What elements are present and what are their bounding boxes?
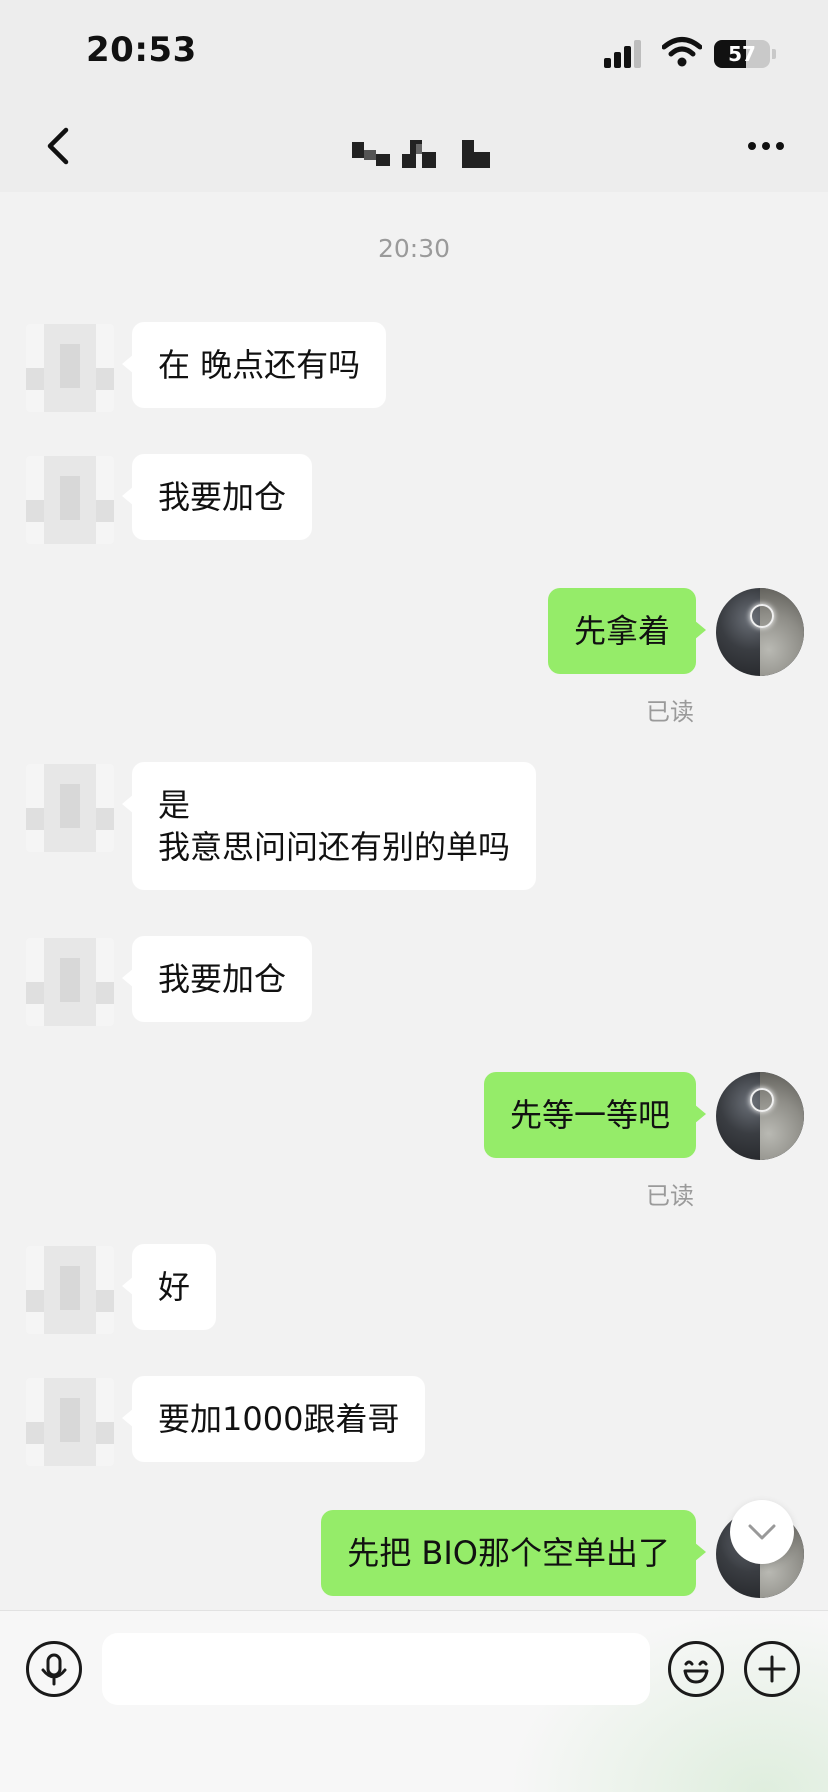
plus-icon [758,1655,786,1683]
message-list[interactable]: 20:30 在 晚点还有吗 我要加仓 先拿着 已读 是 我意思问问还有别的单吗 … [0,192,828,1610]
chat-title-obscured [352,140,498,170]
status-time: 20:53 [86,30,197,70]
outgoing-message[interactable]: 先拿着 [547,588,707,674]
incoming-message[interactable]: 是 我意思问问还有别的单吗 [121,762,537,890]
dot [748,142,756,150]
message-line: 我意思问问还有别的单吗 [158,828,511,866]
message-input[interactable] [102,1633,650,1705]
microphone-icon [41,1653,67,1686]
outgoing-message[interactable]: 先等一等吧 [483,1072,707,1158]
incoming-message[interactable]: 我要加仓 [121,936,313,1022]
input-bar [0,1610,828,1792]
outgoing-message[interactable]: 先把 BIO那个空单出了 [321,1510,706,1596]
status-bar: 20:53 57 [0,0,828,100]
voice-input-button[interactable] [26,1641,82,1697]
scroll-to-bottom-button[interactable] [730,1500,794,1564]
signal-icon [604,40,644,68]
contact-avatar[interactable] [26,1246,114,1334]
contact-avatar[interactable] [26,456,114,544]
contact-avatar[interactable] [26,938,114,1026]
contact-avatar[interactable] [26,324,114,412]
user-avatar[interactable] [716,588,804,676]
incoming-message[interactable]: 好 [121,1244,217,1330]
more-options-button[interactable] [748,138,796,154]
chevron-down-icon [748,1524,776,1540]
incoming-message[interactable]: 在 晚点还有吗 [121,322,387,408]
contact-avatar[interactable] [26,1378,114,1466]
contact-avatar[interactable] [26,764,114,852]
battery-icon: 57 [714,40,770,68]
message-timestamp: 20:30 [377,234,451,263]
more-actions-button[interactable] [744,1641,800,1697]
emoji-icon [683,1660,709,1684]
user-avatar[interactable] [716,1072,804,1160]
read-status: 已读 [646,698,694,726]
dot [762,142,770,150]
battery-level: 57 [728,42,756,66]
dot [776,142,784,150]
chat-header [0,100,828,192]
emoji-button[interactable] [668,1641,724,1697]
battery-cap [772,49,776,59]
read-status: 已读 [646,1182,694,1210]
incoming-message[interactable]: 要加1000跟着哥 [121,1376,426,1462]
wifi-icon [662,37,702,67]
incoming-message[interactable]: 我要加仓 [121,454,313,540]
message-line: 是 [158,786,191,824]
back-arrow-icon[interactable] [38,124,82,168]
